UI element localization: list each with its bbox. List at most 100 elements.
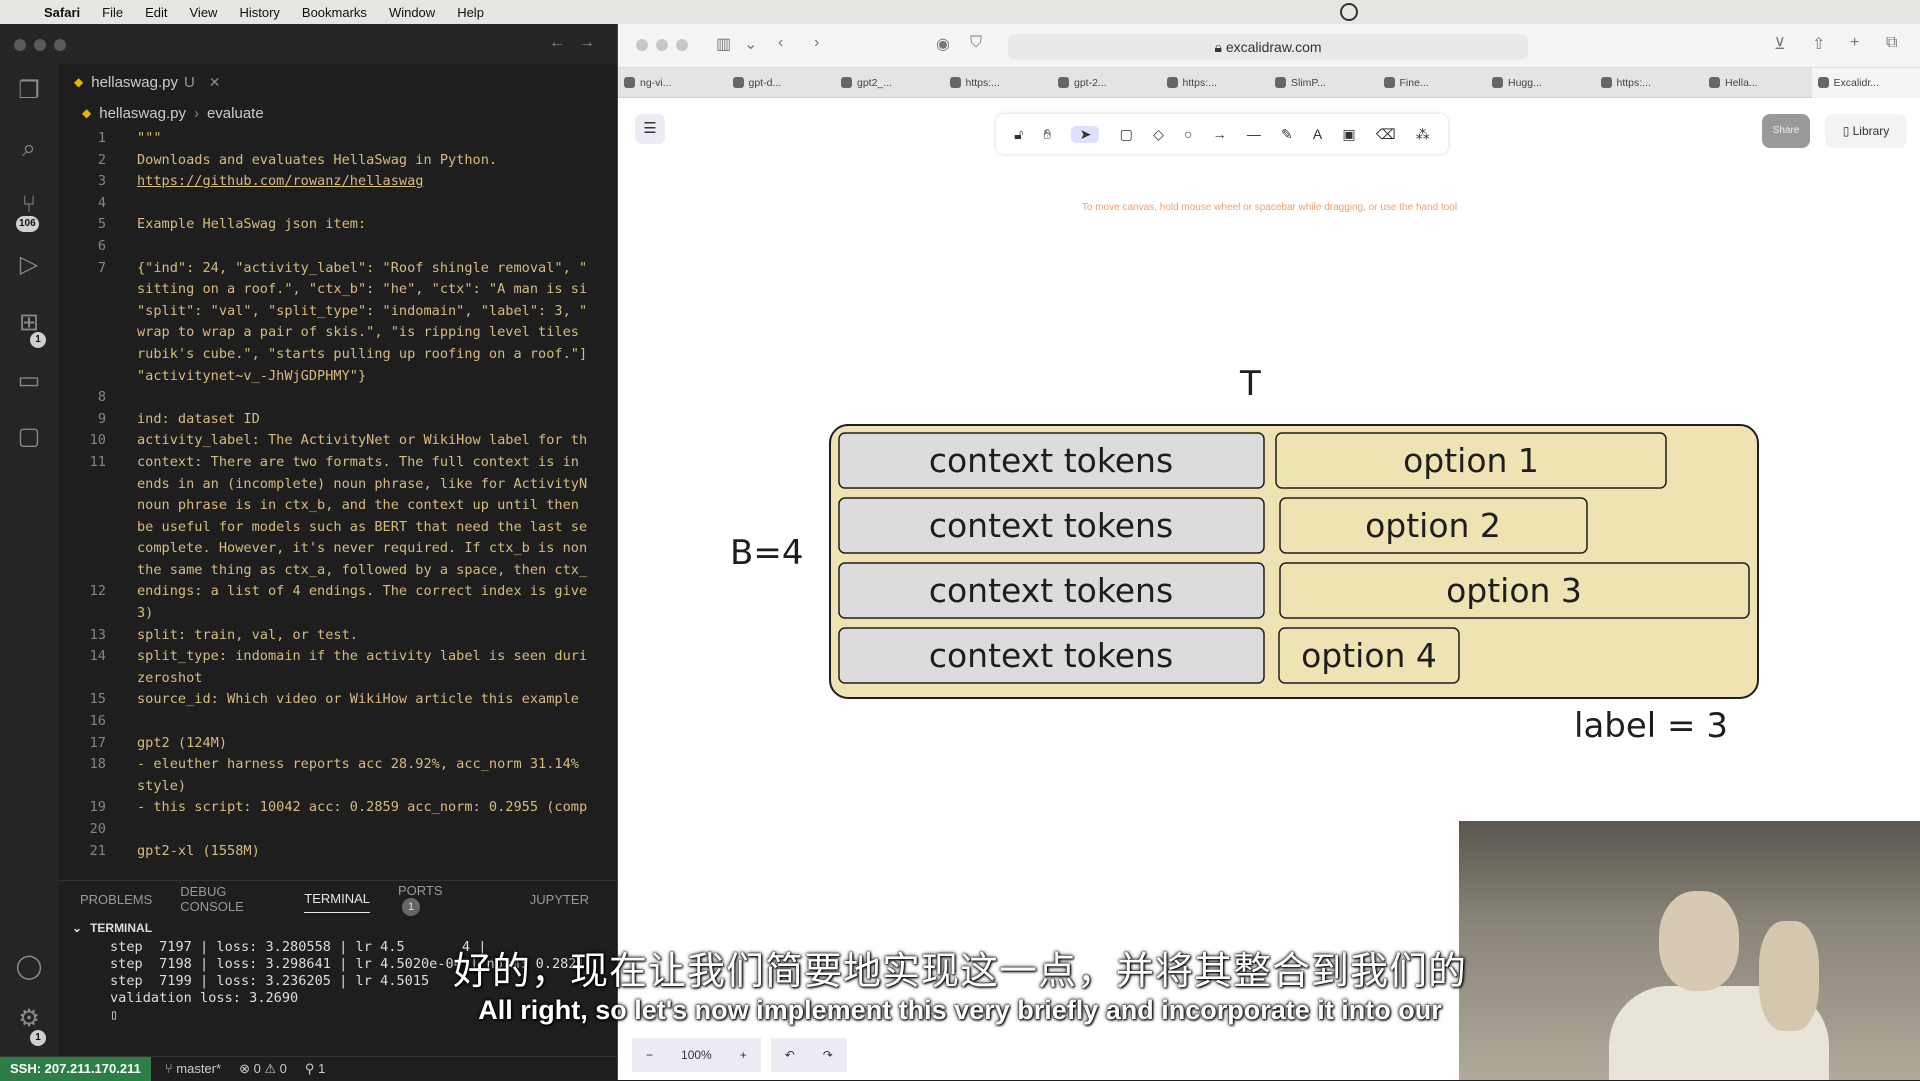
code-line[interactable]: 18- eleuther harness reports acc 28.92%,… [58, 754, 617, 776]
explorer-icon[interactable]: ❐ [14, 76, 44, 106]
menu-app[interactable]: Safari [44, 5, 80, 20]
menu-bookmarks[interactable]: Bookmarks [302, 5, 367, 20]
browser-tab[interactable]: https:... [1595, 77, 1704, 89]
code-line[interactable]: style) [58, 776, 617, 798]
run-debug-icon[interactable]: ▷ [14, 250, 44, 280]
code-line[interactable]: zeroshot [58, 668, 617, 690]
menu-file[interactable]: File [102, 5, 123, 20]
menu-window[interactable]: Window [389, 5, 435, 20]
tab-debug-console[interactable]: DEBUG CONSOLE [180, 884, 276, 914]
editor-tab[interactable]: ◆ hellaswag.py U ✕ [58, 64, 617, 100]
nav-arrows-icon[interactable]: ←→ [549, 34, 609, 52]
breadcrumb-symbol[interactable]: evaluate [207, 105, 264, 122]
browser-tab[interactable]: https:... [944, 77, 1053, 89]
browser-tab[interactable]: gpt-2... [1052, 77, 1161, 89]
code-line[interactable]: complete. However, it's never required. … [58, 538, 617, 560]
remote-explorer-icon[interactable]: ▭ [14, 366, 44, 396]
tab-jupyter[interactable]: JUPYTER [530, 892, 589, 907]
code-line[interactable]: 1""" [58, 128, 617, 150]
zoom-in-button[interactable]: + [726, 1038, 761, 1072]
back-icon[interactable]: ‹ [778, 34, 783, 52]
terminal-header[interactable]: ⌄ TERMINAL [58, 917, 617, 939]
menu-edit[interactable]: Edit [145, 5, 167, 20]
forward-icon[interactable]: › [814, 34, 819, 52]
ports-indicator[interactable]: ⚲ 1 [305, 1061, 325, 1077]
breadcrumb-file[interactable]: hellaswag.py [99, 105, 186, 122]
remote-ssh-indicator[interactable]: SSH: 207.211.170.211 [0, 1057, 151, 1081]
code-line[interactable]: 20 [58, 819, 617, 841]
code-line[interactable]: be useful for models such as BERT that n… [58, 517, 617, 539]
menu-history[interactable]: History [239, 5, 279, 20]
address-bar[interactable]: 🔒︎ excalidraw.com [1008, 34, 1528, 60]
share-icon[interactable]: ⇧ [1812, 34, 1825, 54]
tab-close-icon[interactable]: ✕ [209, 74, 221, 91]
code-line[interactable]: 10activity_label: The ActivityNet or Wik… [58, 430, 617, 452]
subtitle-chinese: 好的，现在让我们简要地实现这一点，并将其整合到我们的 [0, 940, 1920, 995]
zoom-button[interactable] [676, 39, 688, 51]
line-number: 13 [58, 625, 106, 647]
menu-help[interactable]: Help [457, 5, 484, 20]
browser-tab[interactable]: https:... [1161, 77, 1270, 89]
sidebar-icon[interactable]: ▥ [716, 34, 731, 54]
code-line[interactable]: 19- this script: 10042 acc: 0.2859 acc_n… [58, 797, 617, 819]
download-icon[interactable]: ⊻ [1774, 34, 1786, 54]
close-button[interactable] [636, 39, 648, 51]
browser-tab[interactable]: SlimP... [1269, 77, 1378, 89]
code-line[interactable]: 11context: There are two formats. The fu… [58, 452, 617, 474]
minimize-button[interactable] [656, 39, 668, 51]
browser-tab[interactable]: ng-vi... [618, 77, 727, 89]
code-line[interactable]: 17gpt2 (124M) [58, 733, 617, 755]
tab-overview-icon[interactable]: ⧉ [1886, 34, 1897, 52]
code-line[interactable]: 4 [58, 193, 617, 215]
menu-view[interactable]: View [190, 5, 218, 20]
chevron-down-icon[interactable]: ⌄ [744, 34, 757, 54]
redo-icon[interactable]: ↷ [809, 1038, 847, 1072]
new-tab-icon[interactable]: + [1850, 34, 1859, 52]
branch-indicator[interactable]: ⑂ master* [165, 1061, 221, 1076]
code-line[interactable]: 8 [58, 387, 617, 409]
minimize-button[interactable] [34, 39, 46, 51]
tab-problems[interactable]: PROBLEMS [80, 892, 152, 907]
code-editor[interactable]: 1"""2Downloads and evaluates HellaSwag i… [58, 126, 617, 862]
browser-tab[interactable]: gpt2_... [835, 77, 944, 89]
code-line[interactable]: 9ind: dataset ID [58, 409, 617, 431]
problems-indicator[interactable]: ⊗ 0 ⚠ 0 [239, 1061, 287, 1077]
browser-tab[interactable]: Fine... [1378, 77, 1487, 89]
privacy-icon[interactable]: ◉ [936, 34, 950, 54]
browser-tab-active[interactable]: Excalidr... [1812, 68, 1920, 98]
chat-icon[interactable]: ▢ [14, 422, 44, 452]
code-line[interactable]: the same thing as ctx_a, followed by a s… [58, 560, 617, 582]
code-line[interactable]: 21gpt2-xl (1558M) [58, 841, 617, 863]
code-line[interactable]: 14split_type: indomain if the activity l… [58, 646, 617, 668]
code-line[interactable]: wrap to wrap a pair of skis.", "is rippi… [58, 322, 617, 344]
code-line[interactable]: 6 [58, 236, 617, 258]
code-line[interactable]: 16 [58, 711, 617, 733]
code-line[interactable]: 3) [58, 603, 617, 625]
browser-tab[interactable]: Hugg... [1486, 77, 1595, 89]
code-line[interactable]: "activitynet~v_-JhWjGDPHMY"} [58, 366, 617, 388]
shield-icon[interactable]: ⛉ [970, 34, 982, 52]
browser-tab[interactable]: gpt-d... [727, 77, 836, 89]
screen-record-icon[interactable] [1340, 3, 1358, 21]
code-line[interactable]: 2Downloads and evaluates HellaSwag in Py… [58, 150, 617, 172]
code-line[interactable]: rubik's cube.", "starts pulling up roofi… [58, 344, 617, 366]
code-line[interactable]: ends in an (incomplete) noun phrase, lik… [58, 474, 617, 496]
tab-terminal[interactable]: TERMINAL [304, 891, 370, 913]
browser-tab[interactable]: Hella... [1703, 77, 1812, 89]
zoom-out-button[interactable]: − [632, 1038, 667, 1072]
code-line[interactable]: 7{"ind": 24, "activity_label": "Roof shi… [58, 258, 617, 280]
code-line[interactable]: 15source_id: Which video or WikiHow arti… [58, 689, 617, 711]
code-line[interactable]: sitting on a roof.", "ctx_b": "he", "ctx… [58, 279, 617, 301]
close-button[interactable] [14, 39, 26, 51]
tab-ports[interactable]: PORTS1 [398, 883, 502, 916]
code-line[interactable]: 3https://github.com/rowanz/hellaswag [58, 171, 617, 193]
undo-icon[interactable]: ↶ [771, 1038, 809, 1072]
code-line[interactable]: 5Example HellaSwag json item: [58, 214, 617, 236]
code-line[interactable]: 12endings: a list of 4 endings. The corr… [58, 581, 617, 603]
code-line[interactable]: "split": "val", "split_type": "indomain"… [58, 301, 617, 323]
zoom-button[interactable] [54, 39, 66, 51]
code-line[interactable]: 13split: train, val, or test. [58, 625, 617, 647]
zoom-level[interactable]: 100% [667, 1038, 726, 1072]
search-icon[interactable]: ⌕ [14, 134, 44, 164]
code-line[interactable]: noun phrase is in ctx_b, and the context… [58, 495, 617, 517]
